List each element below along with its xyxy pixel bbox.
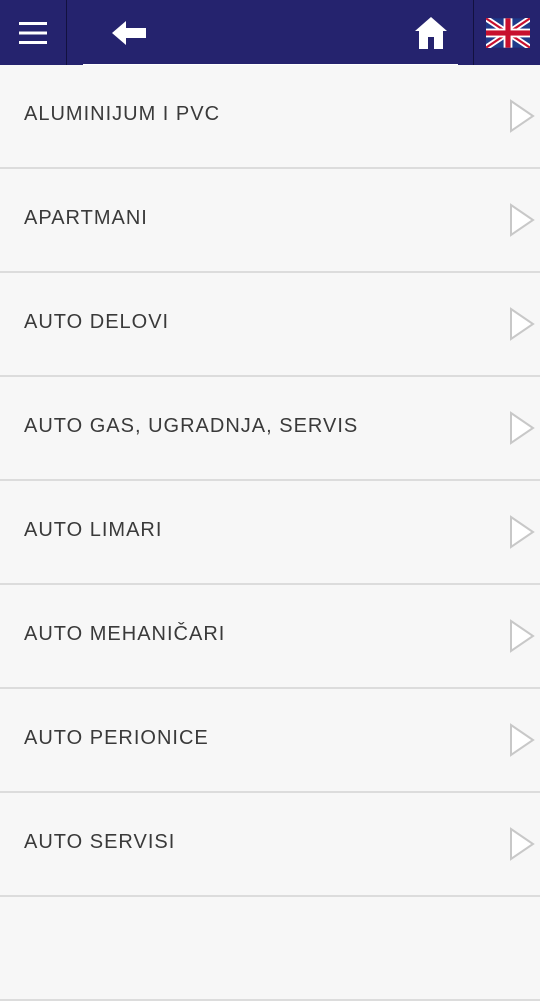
- chevron-right-icon: [510, 203, 535, 237]
- top-app-bar: [0, 0, 540, 65]
- category-label: AUTO LIMARI: [24, 519, 163, 541]
- category-row-apartmani[interactable]: APARTMANI: [0, 169, 540, 273]
- chevron-right-icon: [510, 827, 535, 861]
- chevron-right-icon: [510, 307, 535, 341]
- category-label: ALUMINIJUM I PVC: [24, 103, 221, 125]
- arrow-left-icon: [112, 20, 146, 45]
- hamburger-menu-icon: [19, 21, 47, 44]
- category-row-auto-gas[interactable]: AUTO GAS, UGRADNJA, SERVIS: [0, 377, 540, 481]
- category-row-auto-perionice[interactable]: AUTO PERIONICE: [0, 689, 540, 793]
- category-row-aluminijum-i-pvc[interactable]: ALUMINIJUM I PVC: [0, 65, 540, 169]
- category-label: AUTO GAS, UGRADNJA, SERVIS: [24, 415, 359, 437]
- chevron-right-icon: [510, 99, 535, 133]
- language-button[interactable]: [473, 0, 540, 65]
- category-label: AUTO SERVISI: [24, 831, 176, 853]
- chevron-right-icon: [510, 411, 535, 445]
- uk-flag-icon: [485, 17, 530, 48]
- home-icon: [415, 16, 447, 49]
- category-row-partial[interactable]: [0, 897, 540, 1001]
- category-label: AUTO DELOVI: [24, 311, 170, 333]
- category-row-auto-mehanicari[interactable]: AUTO MEHANIČARI: [0, 585, 540, 689]
- chevron-right-icon: [510, 723, 535, 757]
- menu-button[interactable]: [0, 0, 67, 65]
- chevron-right-icon: [510, 619, 535, 653]
- home-button[interactable]: [398, 0, 464, 65]
- category-row-auto-delovi[interactable]: AUTO DELOVI: [0, 273, 540, 377]
- category-row-auto-servisi[interactable]: AUTO SERVISI: [0, 793, 540, 897]
- chevron-right-icon: [510, 515, 535, 549]
- category-label: AUTO MEHANIČARI: [24, 623, 226, 645]
- category-label: AUTO PERIONICE: [24, 727, 209, 749]
- back-button[interactable]: [96, 0, 162, 65]
- category-row-auto-limari[interactable]: AUTO LIMARI: [0, 481, 540, 585]
- category-list: ALUMINIJUM I PVC APARTMANI AUTO DELOVI A…: [0, 65, 540, 1001]
- category-label: APARTMANI: [24, 207, 148, 229]
